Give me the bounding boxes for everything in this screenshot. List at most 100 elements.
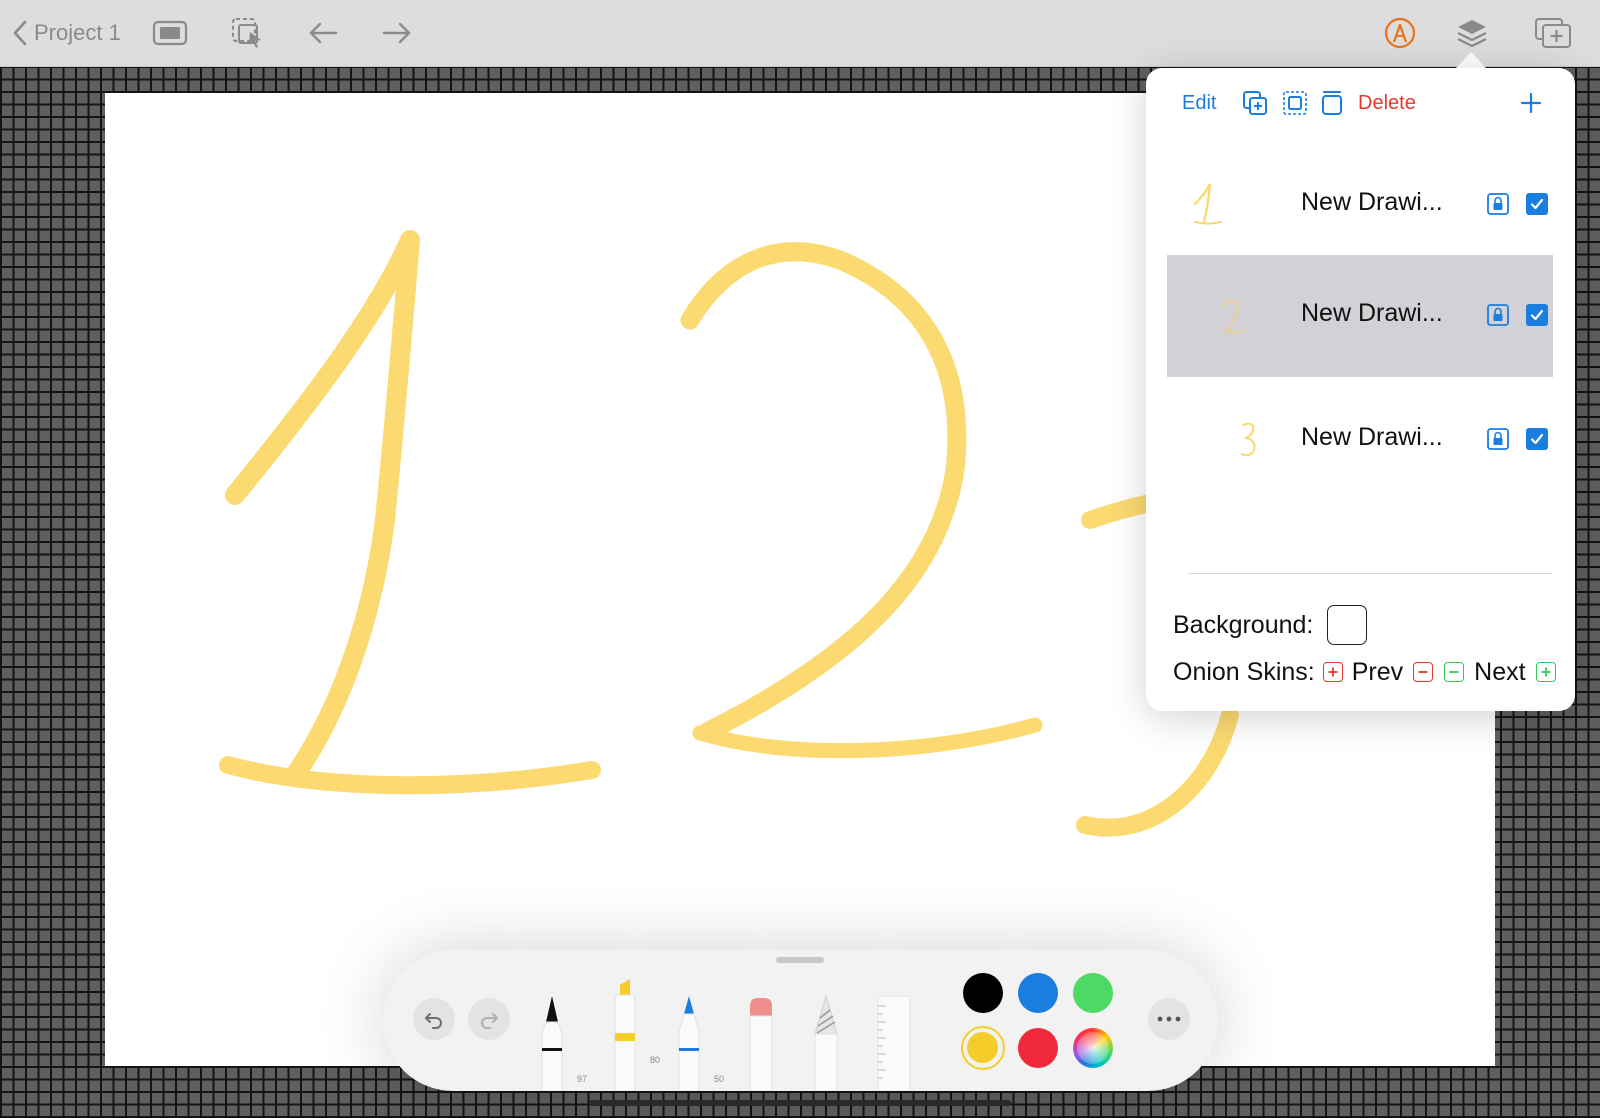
pencil-circle-icon <box>1384 17 1416 49</box>
select-button[interactable] <box>228 14 268 52</box>
lock-icon[interactable] <box>1487 304 1509 326</box>
layer-name: New Drawi... <box>1301 188 1443 216</box>
checkmark-icon <box>1530 309 1544 321</box>
plus-icon <box>1541 667 1551 677</box>
arrow-left-icon <box>309 22 338 44</box>
layers-button[interactable] <box>1452 14 1492 52</box>
color-green[interactable] <box>1073 973 1113 1013</box>
layers-popover: Edit Delete New Drawi... New Drawi... Ne… <box>1146 68 1575 711</box>
add-frame-icon <box>1535 18 1571 48</box>
color-picker-spectrum[interactable] <box>1073 1028 1113 1068</box>
add-frame-button[interactable] <box>1532 14 1574 52</box>
trash-layer-button[interactable] <box>1320 88 1344 118</box>
more-options-button[interactable] <box>1148 998 1190 1040</box>
prev-increase-button[interactable] <box>1322 662 1343 682</box>
visibility-checkbox[interactable] <box>1526 428 1548 450</box>
plus-icon <box>1520 92 1542 114</box>
onion-skins-label: Onion Skins: <box>1173 657 1315 686</box>
layer-name: New Drawi... <box>1301 423 1443 451</box>
eraser-tool[interactable] <box>746 994 776 1092</box>
plus-icon <box>1328 667 1338 677</box>
checkmark-icon <box>1530 433 1544 445</box>
background-color-swatch[interactable] <box>1327 605 1368 645</box>
pen-width-label: 97 <box>576 1074 587 1084</box>
pencil-tool[interactable]: 50 <box>674 994 724 1092</box>
visibility-checkbox[interactable] <box>1526 304 1548 326</box>
visibility-checkbox[interactable] <box>1526 193 1548 215</box>
presentation-icon <box>152 20 188 46</box>
markup-button[interactable] <box>1380 14 1420 52</box>
chevron-left-icon <box>13 20 27 46</box>
duplicate-icon <box>1243 91 1267 115</box>
layer-thumbnail-glyph <box>1193 183 1222 225</box>
delete-button[interactable]: Delete <box>1358 88 1416 118</box>
layer-row-selected[interactable]: New Drawi... <box>1167 255 1553 377</box>
layer-thumbnail-glyph <box>1222 299 1245 334</box>
background-label: Background: <box>1173 610 1314 639</box>
next-decrease-button[interactable] <box>1444 662 1465 682</box>
color-yellow-selected[interactable] <box>961 1026 1005 1070</box>
merge-layer-button[interactable] <box>1282 88 1308 118</box>
popover-arrow <box>1455 52 1487 69</box>
background-row: Background: <box>1173 604 1368 646</box>
pencil-width-label: 50 <box>713 1074 724 1084</box>
merge-icon <box>1283 91 1307 115</box>
onion-skins-row: Onion Skins: Prev Next <box>1173 652 1556 692</box>
layer-thumbnail <box>1192 275 1272 355</box>
checkmark-icon <box>1530 198 1544 210</box>
presentation-button[interactable] <box>150 14 190 52</box>
redo-icon <box>481 1013 498 1029</box>
redo-button[interactable] <box>468 998 510 1040</box>
edit-button[interactable]: Edit <box>1182 88 1216 118</box>
palette-grabber[interactable] <box>776 957 824 963</box>
layers-toolbar: Edit Delete <box>1146 68 1575 134</box>
layer-thumbnail-glyph <box>1241 422 1256 457</box>
top-toolbar: Project 1 <box>0 0 1600 67</box>
ruler-icon <box>877 995 911 1092</box>
layer-row[interactable]: New Drawi... <box>1167 379 1553 501</box>
minus-icon <box>1418 671 1428 673</box>
select-icon <box>232 18 261 48</box>
selected-color-fill <box>967 1032 998 1063</box>
undo-button[interactable] <box>413 998 455 1040</box>
prev-decrease-button[interactable] <box>1413 662 1434 682</box>
next-label: Next <box>1474 657 1526 686</box>
lock-icon[interactable] <box>1487 193 1509 215</box>
layer-thumbnail <box>1167 164 1247 244</box>
eraser-icon <box>749 998 773 1092</box>
project-title: Project 1 <box>34 20 121 45</box>
duplicate-layer-button[interactable] <box>1242 88 1268 118</box>
layer-thumbnail <box>1209 399 1289 479</box>
spectrum-highlight <box>1077 1032 1109 1064</box>
layers-icon <box>1457 20 1487 48</box>
arrow-right-icon <box>382 22 411 44</box>
pencil-icon <box>678 996 700 1092</box>
list-separator <box>1188 573 1552 574</box>
pen-icon <box>541 996 563 1092</box>
marker-tool[interactable]: 80 <box>610 975 660 1092</box>
next-increase-button[interactable] <box>1535 662 1556 682</box>
color-blue[interactable] <box>1018 973 1058 1013</box>
lasso-tool[interactable] <box>811 994 841 1092</box>
lock-icon[interactable] <box>1487 428 1509 450</box>
ruler-tool[interactable] <box>876 994 912 1092</box>
undo-icon <box>425 1013 442 1029</box>
color-black[interactable] <box>963 973 1003 1013</box>
add-layer-button[interactable] <box>1520 88 1542 118</box>
lasso-icon <box>814 994 838 1092</box>
redo-history-button[interactable] <box>377 14 417 52</box>
undo-history-button[interactable] <box>303 14 343 52</box>
tool-palette: 97 80 50 <box>383 950 1218 1092</box>
prev-label: Prev <box>1351 657 1404 686</box>
pen-tool[interactable]: 97 <box>537 994 587 1092</box>
back-button[interactable]: Project 1 <box>12 14 121 52</box>
layer-name: New Drawi... <box>1301 299 1443 327</box>
layer-row[interactable]: New Drawi... <box>1167 144 1553 266</box>
home-indicator <box>589 1100 1011 1106</box>
marker-width-label: 80 <box>649 1055 660 1065</box>
trash-icon <box>1322 91 1342 115</box>
color-red[interactable] <box>1018 1028 1058 1068</box>
minus-icon <box>1449 671 1459 673</box>
marker-icon <box>614 979 636 1092</box>
ellipsis-icon <box>1157 1016 1181 1022</box>
